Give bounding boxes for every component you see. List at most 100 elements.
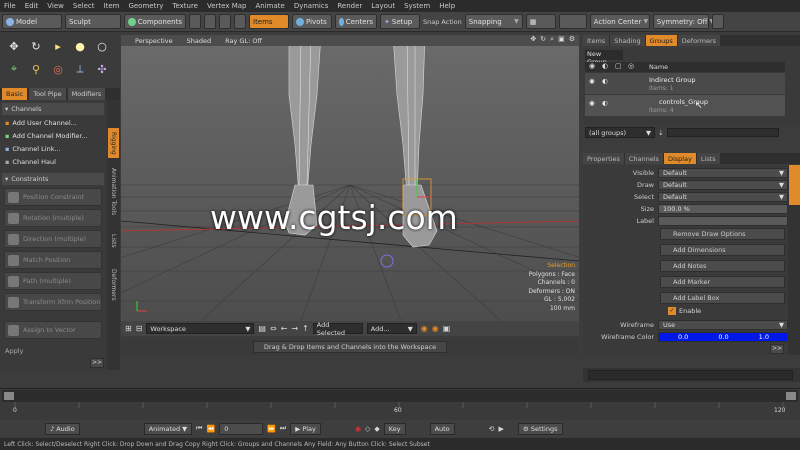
menu-file[interactable]: File (4, 2, 16, 10)
vertices-mode-button[interactable] (189, 14, 201, 29)
record-key-icon[interactable]: ◉ (355, 425, 361, 433)
apply-section[interactable]: Apply (2, 345, 104, 357)
channel-haul-button[interactable]: ▪ Channel Haul (2, 156, 104, 168)
tab-channels[interactable]: Channels (624, 153, 663, 164)
add-marker-button[interactable]: Add Marker (660, 276, 785, 288)
match-position-button[interactable]: Match Position (4, 251, 102, 269)
label-field[interactable] (658, 215, 788, 226)
select-dropdown[interactable]: Default ▼ (658, 191, 788, 202)
group-filter-dropdown[interactable]: (all groups) ▼ (585, 127, 655, 138)
falloff-button[interactable] (558, 14, 587, 29)
centers-mode-button[interactable]: Centers (335, 14, 377, 29)
more-button[interactable]: >> (770, 344, 784, 354)
model-button[interactable]: Model (2, 14, 62, 29)
view-shaded-tab[interactable]: Shaded (187, 37, 211, 45)
menu-layout[interactable]: Layout (371, 2, 395, 10)
eye-icon[interactable]: ◉ (589, 62, 595, 70)
edges-mode-button[interactable] (204, 14, 216, 29)
tab-shading[interactable]: Shading (610, 35, 645, 46)
back-icon[interactable]: ← (281, 324, 288, 333)
add-dropdown[interactable]: Add... ▼ (366, 323, 417, 334)
channels-header[interactable]: ▾ Channels (2, 103, 104, 115)
timeline-end-handle[interactable] (786, 392, 796, 400)
menu-vertex-map[interactable]: Vertex Map (207, 2, 247, 10)
filter-icon[interactable]: ⇣ (658, 129, 664, 137)
fit-icon[interactable]: ▤ (258, 324, 266, 333)
lock-icon[interactable]: ◐ (602, 62, 608, 70)
position-constraint-button[interactable]: Position Constraint (4, 188, 102, 206)
work-plane-button[interactable]: ▦ (525, 14, 556, 29)
components-button[interactable]: Components (124, 14, 186, 29)
locator-icon[interactable]: ⌖ (4, 60, 24, 78)
play-button[interactable]: ▶ Play (290, 422, 321, 435)
tab-groups[interactable]: Groups (645, 35, 677, 46)
vtab-secondary[interactable] (789, 209, 800, 259)
schematic-icon[interactable]: ⊞ (125, 324, 132, 333)
tab-lists[interactable]: Lists (696, 153, 720, 164)
group-row[interactable]: ◉ ◐ controls_Group Items: 4 ↖ (585, 94, 785, 116)
new-group-button[interactable]: New Group (585, 50, 623, 66)
forward-icon[interactable]: → (291, 324, 298, 333)
pivots-mode-button[interactable]: Pivots (292, 14, 332, 29)
size-field[interactable]: 100.0 % (658, 203, 788, 214)
settings-gear-icon[interactable]: ⚙ (569, 35, 575, 44)
animated-dropdown[interactable]: Animated ▼ (143, 422, 193, 435)
add-notes-button[interactable]: Add Notes (660, 260, 785, 272)
maximize-icon[interactable]: ▣ (558, 35, 565, 44)
command-input[interactable] (588, 370, 793, 380)
path-constraint-button[interactable]: Path (multiple) (4, 272, 102, 290)
loop-icon[interactable]: ⟲ (489, 425, 495, 433)
constraints-header[interactable]: ▾ Constraints (2, 173, 104, 185)
transform-position-button[interactable]: Transform Xfrm Position (4, 293, 102, 311)
rotate-view-icon[interactable]: ↻ (540, 35, 546, 44)
menu-texture[interactable]: Texture (172, 2, 198, 10)
go-to-start-icon[interactable]: ⏮ (196, 424, 202, 433)
tab-items[interactable]: Items (583, 35, 610, 46)
polygons-mode-button[interactable] (219, 14, 231, 29)
tab-deformers[interactable]: Deformers (677, 35, 720, 46)
group-row[interactable]: ◉ ◐ Indirect Group Items: 1 (585, 72, 785, 94)
vtab-rigging[interactable]: Rigging (108, 128, 119, 158)
frame-input[interactable]: 0 (219, 422, 264, 435)
symmetry-dropdown[interactable]: Symmetry: Off▼ (652, 14, 714, 29)
eye-icon[interactable]: ◉ (589, 99, 595, 107)
key-icon[interactable]: ◇ (365, 425, 370, 433)
node-icon[interactable]: ⊟ (136, 324, 143, 333)
audio-button[interactable]: ♪ Audio (45, 422, 80, 435)
tab-modifiers[interactable]: Modifiers (67, 88, 106, 100)
menu-animate[interactable]: Animate (255, 2, 284, 10)
light-icon[interactable]: ▸ (48, 37, 68, 55)
menu-help[interactable]: Help (439, 2, 455, 10)
select-icon[interactable]: ▢ (615, 62, 622, 70)
deform-icon[interactable]: ◎ (48, 60, 68, 78)
go-to-end-icon[interactable]: ⏭ (280, 424, 286, 433)
wire-color-field[interactable]: 0.0 0.0 1.0 (658, 331, 788, 342)
rotate-icon[interactable]: ↻ (26, 37, 46, 55)
add-user-channel-button[interactable]: ▪ Add User Channel... (2, 117, 104, 129)
menu-item[interactable]: Item (104, 2, 120, 10)
step-back-icon[interactable]: ⏪ (206, 425, 215, 433)
channel-link-button[interactable]: ▪ Channel Link... (2, 143, 104, 155)
vtab-deformers[interactable]: Deformers (108, 260, 119, 310)
vtab-animation-tools[interactable]: Animation Tools (108, 162, 119, 222)
preview-icon[interactable]: ▶ (499, 425, 504, 433)
menu-geometry[interactable]: Geometry (128, 2, 163, 10)
bulb-icon[interactable]: ● (70, 37, 90, 55)
record-icon[interactable]: ◉ (421, 324, 428, 333)
timeline-scrubber[interactable] (2, 390, 798, 402)
menu-view[interactable]: View (47, 2, 64, 10)
auto-key-button[interactable]: Auto (429, 422, 455, 435)
layout-menu-button[interactable] (711, 14, 724, 29)
settings-button[interactable]: ⚙ Settings (517, 422, 563, 435)
materials-mode-button[interactable] (234, 14, 246, 29)
joint-icon[interactable]: ⚲ (26, 60, 46, 78)
delete-key-icon[interactable]: ◆ (374, 425, 379, 433)
view-perspective-tab[interactable]: Perspective (135, 37, 173, 45)
assign-to-vector-button[interactable]: Assign to Vector (4, 321, 102, 339)
menu-system[interactable]: System (404, 2, 430, 10)
menu-render[interactable]: Render (337, 2, 362, 10)
menu-dynamics[interactable]: Dynamics (294, 2, 329, 10)
sculpt-button[interactable]: Sculpt (65, 14, 121, 29)
add-selected-button[interactable]: Add Selected (312, 321, 363, 337)
render-icon[interactable]: ◎ (628, 62, 634, 70)
